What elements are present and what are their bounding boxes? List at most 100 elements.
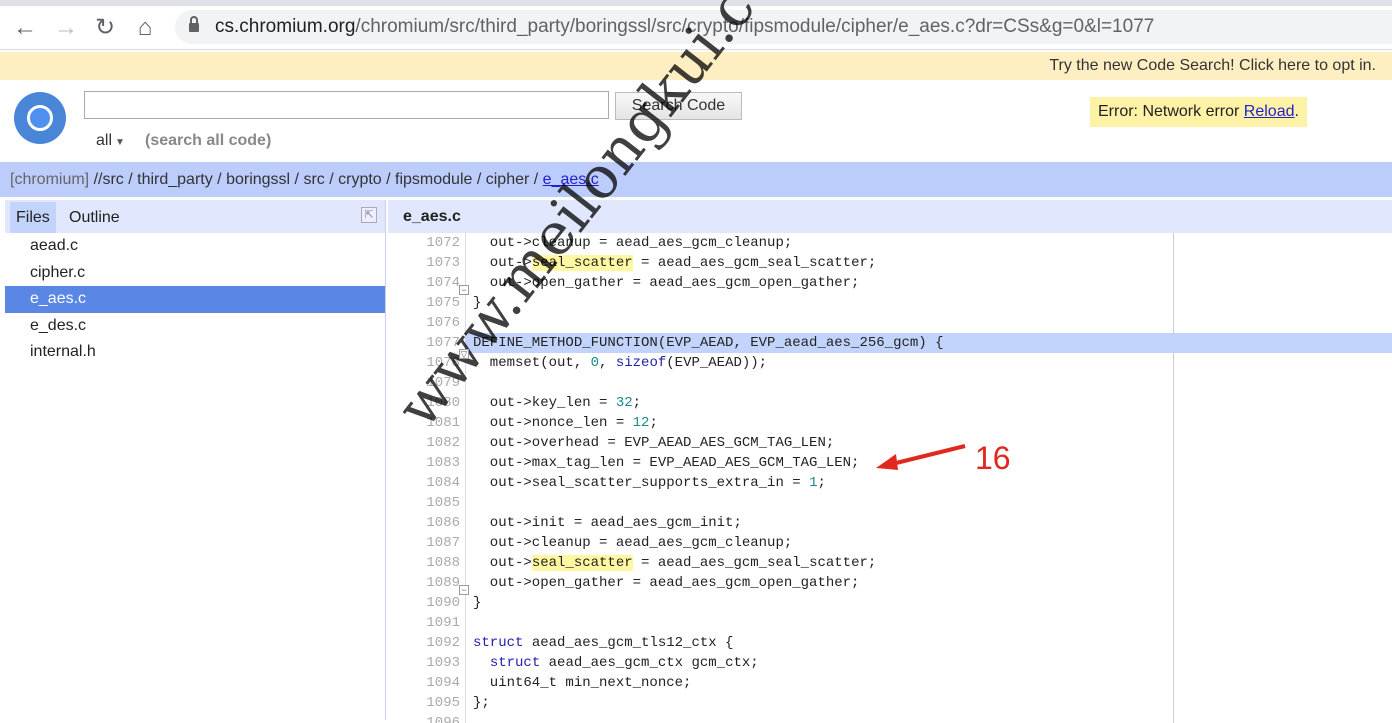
url-path: /chromium/src/third_party/boringssl/src/… <box>355 16 1155 37</box>
error-message: Error: Network error Reload. <box>1090 97 1307 127</box>
breadcrumb-part[interactable]: / boringssl <box>213 171 290 188</box>
token: out->overhead = EVP_AEAD_AES_GCM_TAG_LEN… <box>473 435 835 451</box>
file-item[interactable]: cipher.c <box>5 260 385 287</box>
line-number[interactable]: 1089 <box>388 573 460 593</box>
line-code: DEFINE_METHOD_FUNCTION(EVP_AEAD, EVP_aea… <box>473 333 943 353</box>
line-number[interactable]: 1094 <box>388 673 460 693</box>
token-kw: struct <box>489 655 541 671</box>
search-input[interactable] <box>84 91 609 119</box>
line-number[interactable]: 1092 <box>388 633 460 653</box>
line-number[interactable]: 1079 <box>388 373 460 393</box>
code-view: 1072 out->cleanup = aead_aes_gcm_cleanup… <box>388 233 1392 723</box>
file-item[interactable]: aead.c <box>5 233 385 260</box>
line-number[interactable]: 1091 <box>388 613 460 633</box>
reload-link[interactable]: Reload <box>1244 103 1295 120</box>
file-item[interactable]: e_aes.c <box>5 286 385 313</box>
line-number[interactable]: 1095 <box>388 693 460 713</box>
file-list: aead.c cipher.c e_aes.c e_des.c internal.h <box>5 233 385 366</box>
token: ; <box>817 475 826 491</box>
address-bar[interactable]: cs.chromium.org/chromium/src/third_party… <box>175 10 1392 44</box>
line-number[interactable]: 1096 <box>388 713 460 723</box>
line-code: out->seal_scatter = aead_aes_gcm_seal_sc… <box>473 253 876 273</box>
breadcrumb-part[interactable]: / src <box>290 171 325 188</box>
code-line: 1080 out->key_len = 32; <box>388 393 1392 413</box>
code-line: 1079 <box>388 373 1392 393</box>
breadcrumb-part[interactable]: //src <box>94 171 124 188</box>
scope-value: all <box>96 132 113 149</box>
breadcrumb-part[interactable]: / <box>529 171 542 188</box>
line-number[interactable]: 1083 <box>388 453 460 473</box>
collapse-panel-icon[interactable]: ⇱ <box>361 207 377 223</box>
file-item[interactable]: e_des.c <box>5 313 385 340</box>
line-code: out->seal_scatter_supports_extra_in = 1; <box>473 473 826 493</box>
forward-icon[interactable]: → <box>52 14 80 42</box>
code-line: 1076 <box>388 313 1392 333</box>
breadcrumb-root[interactable]: [chromium] <box>10 171 89 188</box>
line-code: out->open_gather = aead_aes_gcm_open_gat… <box>473 573 860 593</box>
back-icon[interactable]: ← <box>11 14 39 42</box>
token-hl: seal_scatter <box>531 255 633 271</box>
file-item[interactable]: internal.h <box>5 339 385 366</box>
line-code: struct aead_aes_gcm_tls12_ctx { <box>473 633 733 653</box>
code-line: 1091 <box>388 613 1392 633</box>
chromium-logo[interactable] <box>14 92 66 144</box>
line-number[interactable]: 1081 <box>388 413 460 433</box>
token: out-> <box>473 255 532 271</box>
line-number[interactable]: 1074 <box>388 273 460 293</box>
token-num: 32 <box>615 395 633 411</box>
line-number[interactable]: 1078 <box>388 353 460 373</box>
token: ; <box>649 415 658 431</box>
line-number[interactable]: 1080 <box>388 393 460 413</box>
line-number[interactable]: 1076 <box>388 313 460 333</box>
scope-dropdown[interactable]: all ▼ <box>96 132 125 150</box>
token: } <box>473 295 482 311</box>
tab-outline[interactable]: Outline <box>63 202 126 233</box>
search-code-button[interactable]: Search Code <box>615 92 742 120</box>
line-number[interactable]: 1077 <box>388 333 460 353</box>
token: out->nonce_len = <box>473 415 633 431</box>
breadcrumb-part[interactable]: / third_party <box>124 171 213 188</box>
code-line: 1074 out->open_gather = aead_aes_gcm_ope… <box>388 273 1392 293</box>
token-hl: seal_scatter <box>531 555 633 571</box>
breadcrumb-part[interactable]: / fipsmodule <box>382 171 472 188</box>
line-code: out->cleanup = aead_aes_gcm_cleanup; <box>473 233 792 253</box>
line-number[interactable]: 1088 <box>388 553 460 573</box>
line-code: struct aead_aes_gcm_ctx gcm_ctx; <box>473 653 759 673</box>
code-line: 1092 struct aead_aes_gcm_tls12_ctx { <box>388 633 1392 653</box>
breadcrumb-current-file[interactable]: e_aes.c <box>543 171 599 188</box>
token: , <box>599 355 616 371</box>
opt-in-banner[interactable]: Try the new Code Search! Click here to o… <box>0 52 1392 80</box>
line-code: out->key_len = 32; <box>473 393 641 413</box>
line-number[interactable]: 1085 <box>388 493 460 513</box>
code-line: 1096 <box>388 713 1392 723</box>
breadcrumb: [chromium] //src / third_party / borings… <box>0 162 1392 197</box>
token: DEFINE_METHOD_FUNCTION(EVP_AEAD, EVP_aea… <box>473 335 944 351</box>
annotation-arrow-icon <box>876 444 966 470</box>
line-number[interactable]: 1087 <box>388 533 460 553</box>
code-line: 1078 memset(out, 0, sizeof(EVP_AEAD)); <box>388 353 1392 373</box>
line-number[interactable]: 1090 <box>388 593 460 613</box>
reload-icon[interactable]: ↻ <box>91 14 119 42</box>
line-number[interactable]: 1072 <box>388 233 460 253</box>
fold-collapse-icon[interactable]: − <box>459 285 469 295</box>
token: } <box>473 595 482 611</box>
line-number[interactable]: 1082 <box>388 433 460 453</box>
breadcrumb-part[interactable]: / cipher <box>472 171 529 188</box>
banner-text[interactable]: Try the new Code Search! Click here to o… <box>1049 57 1376 74</box>
chevron-down-icon: ▼ <box>115 137 125 148</box>
line-number[interactable]: 1084 <box>388 473 460 493</box>
code-line: 1090} <box>388 593 1392 613</box>
line-number[interactable]: 1075 <box>388 293 460 313</box>
fold-expand-icon[interactable]: ▽ <box>459 349 469 359</box>
breadcrumb-part[interactable]: / crypto <box>325 171 381 188</box>
tab-files[interactable]: Files <box>10 202 56 233</box>
home-icon[interactable]: ⌂ <box>131 14 159 42</box>
token: out-> <box>473 555 532 571</box>
line-number[interactable]: 1093 <box>388 653 460 673</box>
line-number[interactable]: 1073 <box>388 253 460 273</box>
line-number[interactable]: 1086 <box>388 513 460 533</box>
file-title: e_aes.c <box>388 200 1392 233</box>
search-hint: (search all code) <box>145 132 272 149</box>
token: out->cleanup = aead_aes_gcm_cleanup; <box>473 535 793 551</box>
fold-collapse-icon[interactable]: − <box>459 585 469 595</box>
